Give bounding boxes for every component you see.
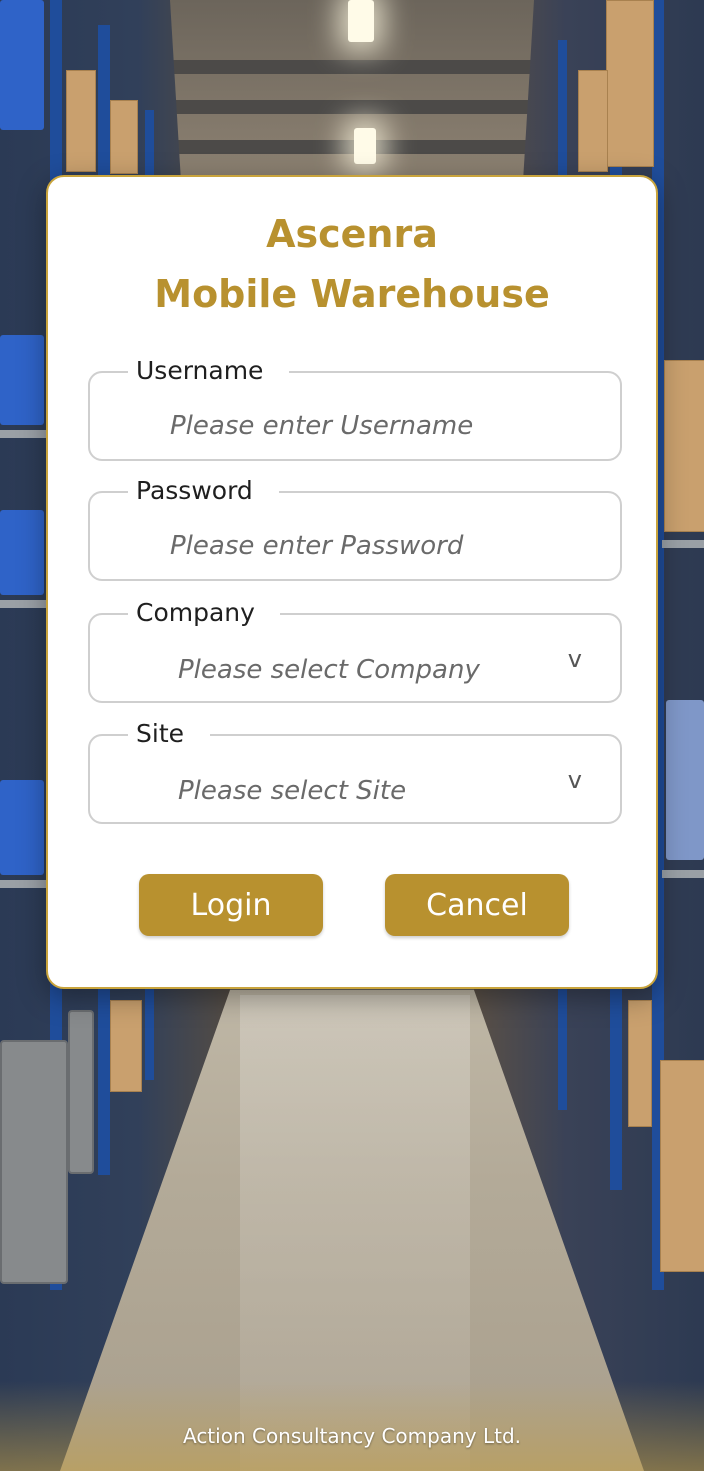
password-label: Password bbox=[128, 471, 279, 511]
site-label: Site bbox=[128, 714, 210, 754]
label-divider bbox=[290, 371, 608, 373]
storage-bin bbox=[666, 700, 704, 860]
password-field[interactable]: Password bbox=[88, 471, 622, 581]
username-label: Username bbox=[128, 351, 290, 391]
cardboard-box bbox=[606, 0, 654, 167]
shelf-plank bbox=[662, 540, 704, 548]
cardboard-box bbox=[660, 1060, 704, 1272]
shelf-plank bbox=[662, 870, 704, 878]
cardboard-box bbox=[628, 1000, 652, 1127]
app-subtitle: Mobile Warehouse bbox=[154, 272, 550, 316]
chevron-down-icon[interactable]: v bbox=[568, 766, 582, 794]
cardboard-box bbox=[110, 100, 138, 174]
cardboard-box bbox=[66, 70, 96, 172]
plastic-crate bbox=[68, 1010, 94, 1174]
cardboard-box bbox=[110, 1000, 142, 1092]
storage-bin bbox=[0, 335, 44, 425]
ceiling-light bbox=[348, 0, 374, 42]
shelf-plank bbox=[0, 880, 46, 888]
footer-company-name: Action Consultancy Company Ltd. bbox=[182, 1424, 522, 1448]
storage-bin bbox=[0, 0, 44, 130]
login-screen: Ascenra Mobile Warehouse Username Passwo… bbox=[0, 0, 704, 1471]
login-card: Ascenra Mobile Warehouse Username Passwo… bbox=[46, 175, 658, 989]
company-label: Company bbox=[128, 593, 281, 633]
username-field[interactable]: Username bbox=[88, 351, 622, 461]
login-button[interactable]: Login bbox=[139, 874, 323, 936]
password-input[interactable] bbox=[170, 531, 550, 561]
shelf-plank bbox=[0, 600, 46, 608]
label-divider bbox=[224, 734, 608, 736]
company-select[interactable]: Company Please select Company v bbox=[88, 593, 622, 703]
site-placeholder: Please select Site bbox=[178, 776, 407, 806]
ceiling-light bbox=[354, 128, 376, 164]
shelf-plank bbox=[0, 430, 46, 438]
username-input[interactable] bbox=[170, 411, 550, 441]
plastic-crate bbox=[0, 1040, 68, 1284]
cardboard-box bbox=[664, 360, 704, 532]
app-title: Ascenra bbox=[266, 212, 438, 256]
site-select[interactable]: Site Please select Site v bbox=[88, 714, 622, 824]
cancel-button[interactable]: Cancel bbox=[385, 874, 569, 936]
company-placeholder: Please select Company bbox=[178, 655, 480, 685]
storage-bin bbox=[0, 780, 44, 875]
chevron-down-icon[interactable]: v bbox=[568, 645, 582, 673]
label-divider bbox=[280, 491, 608, 493]
label-divider bbox=[280, 613, 608, 615]
storage-bin bbox=[0, 510, 44, 595]
cardboard-box bbox=[578, 70, 608, 172]
